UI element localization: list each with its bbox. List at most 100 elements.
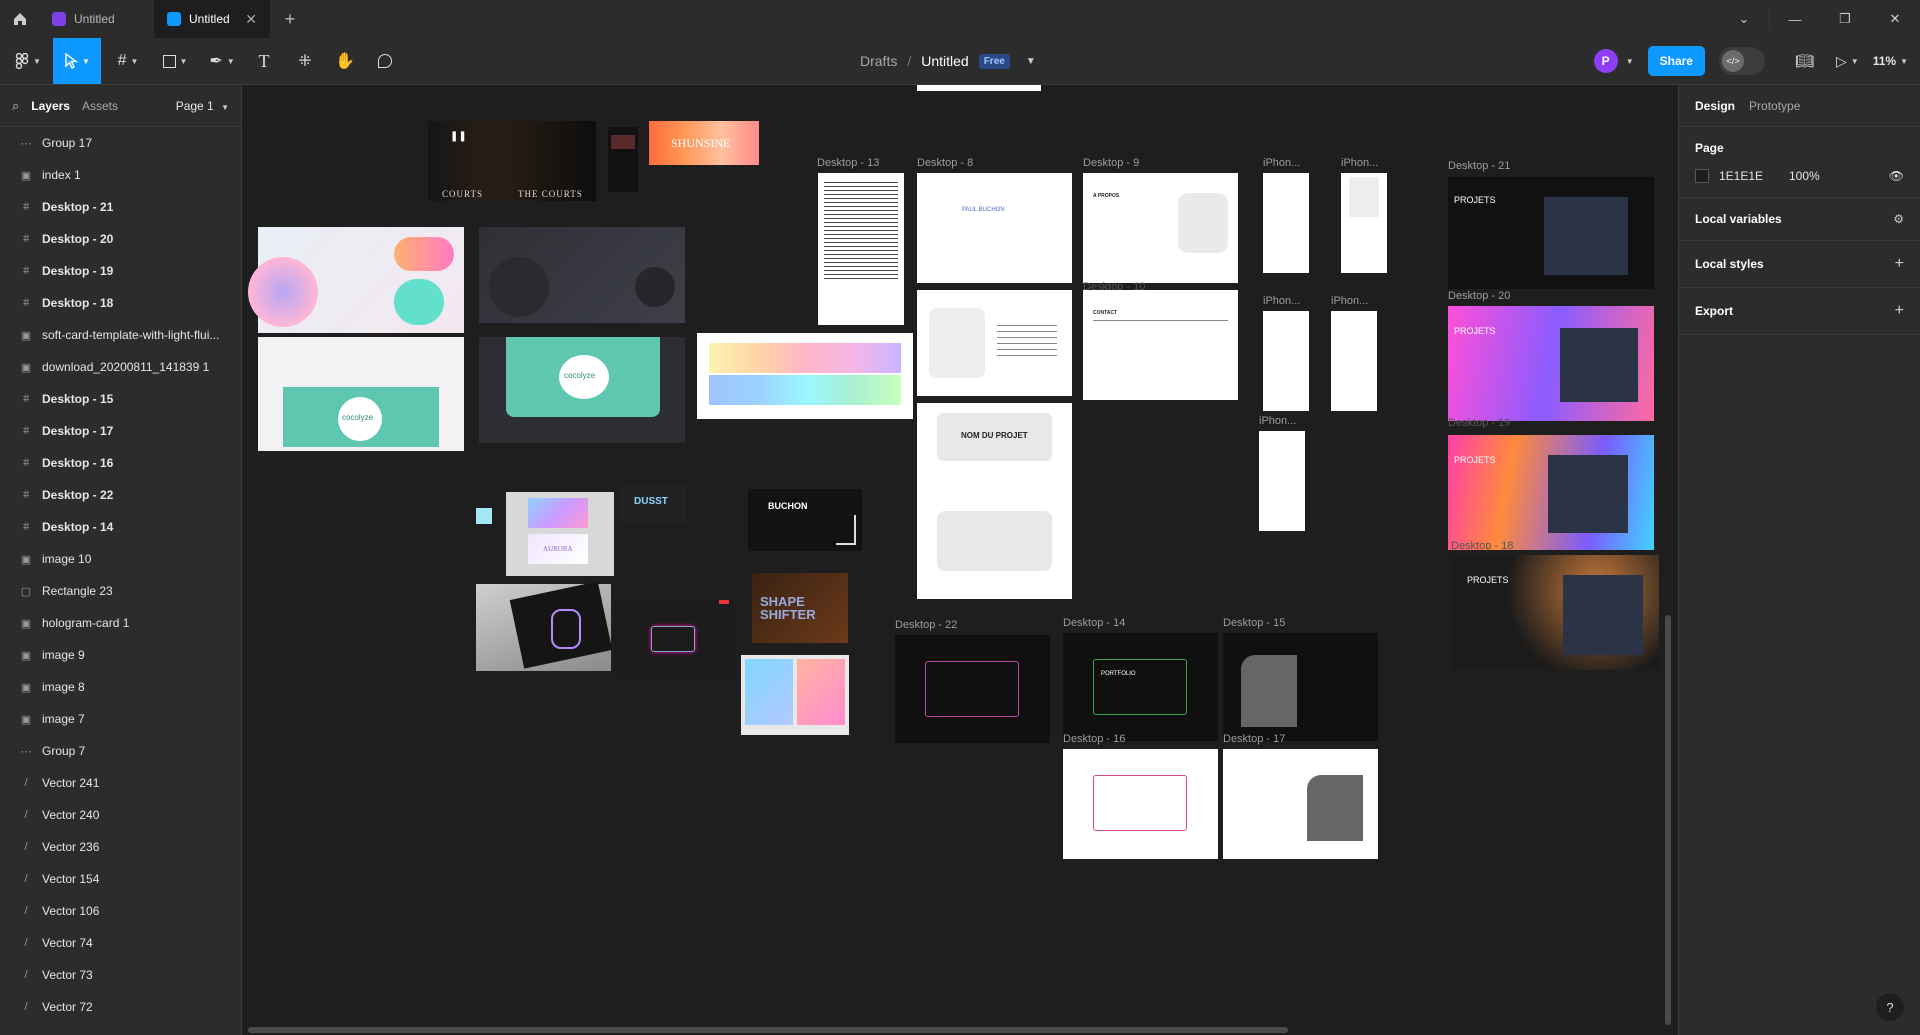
file-title[interactable]: Untitled (921, 53, 968, 69)
tab-assets[interactable]: Assets (82, 99, 118, 113)
frame-label-iphone-2[interactable]: iPhon... (1341, 157, 1378, 169)
help-button[interactable]: ? (1876, 993, 1904, 1021)
zoom-dropdown[interactable]: 11% ▼ (1873, 54, 1908, 68)
frame-iphone-4[interactable] (1331, 311, 1377, 411)
chevron-down-icon[interactable]: ⌄ (1719, 0, 1769, 38)
frame-label-iphone-3[interactable]: iPhon... (1263, 295, 1300, 307)
shape-tool-button[interactable]: ▼ (155, 38, 195, 84)
share-button[interactable]: Share (1647, 46, 1705, 76)
frame-label-desktop-21[interactable]: Desktop - 21 (1448, 160, 1510, 172)
page-dropdown[interactable]: Page 1 ▼ (176, 99, 229, 113)
image-business-cards[interactable] (476, 581, 613, 671)
layer-item[interactable]: / Vector 236 (0, 831, 241, 863)
layer-item[interactable]: / Vector 154 (0, 863, 241, 895)
frame-label-desktop-9[interactable]: Desktop - 9 (1083, 157, 1139, 169)
minimize-icon[interactable]: — (1770, 0, 1820, 38)
frame-cocolyze-hero-light[interactable] (248, 227, 464, 333)
layer-item[interactable]: / Vector 74 (0, 927, 241, 959)
frame-label-desktop-17[interactable]: Desktop - 17 (1223, 733, 1285, 745)
layer-item[interactable]: ▣ image 9 (0, 639, 241, 671)
frame-cocolyze-hero-dark[interactable] (479, 227, 685, 323)
export-section[interactable]: Export + (1679, 288, 1920, 335)
frame-desktop-13[interactable] (818, 173, 904, 325)
horizontal-scrollbar[interactable] (248, 1027, 1288, 1033)
maximize-icon[interactable]: ❐ (1820, 0, 1870, 38)
layer-item[interactable]: ▣ index 1 (0, 159, 241, 191)
page-opacity-value[interactable]: 100% (1789, 169, 1879, 183)
frame-label-iphone-4[interactable]: iPhon... (1331, 295, 1368, 307)
close-window-icon[interactable]: ✕ (1870, 0, 1920, 38)
frame-desktop-contact[interactable]: CONTACT (1083, 290, 1238, 400)
frame-pastel-palette[interactable] (697, 333, 913, 419)
frame-tool-button[interactable]: # ▼ (108, 38, 148, 84)
move-tool-button[interactable]: ▼ (53, 38, 101, 84)
frame-buchon[interactable]: BUCHON (748, 489, 862, 551)
frame-desktop-15[interactable] (1223, 633, 1378, 741)
home-button[interactable] (0, 0, 40, 38)
layer-item[interactable]: # Desktop - 19 (0, 255, 241, 287)
frame-desktop-20[interactable]: PROJETS (1448, 306, 1654, 421)
frame-label-iphone-5[interactable]: iPhon... (1259, 415, 1296, 427)
variables-icon[interactable]: ⚙︎ (1893, 212, 1904, 226)
frame-cocolyze-content-light[interactable]: cocolyze (258, 337, 464, 451)
layer-item[interactable]: # Desktop - 18 (0, 287, 241, 319)
layer-item[interactable]: ▣ hologram-card 1 (0, 607, 241, 639)
frame-dark-rainbow-card[interactable] (613, 598, 733, 678)
frame-top-clipped[interactable] (917, 85, 1041, 91)
dev-mode-toggle[interactable]: </> (1718, 47, 1765, 75)
layer-item[interactable]: # Desktop - 22 (0, 479, 241, 511)
rectangle-23[interactable] (476, 508, 492, 524)
chevron-down-icon[interactable]: ▼ (1026, 56, 1036, 67)
frame-label-desktop-16[interactable]: Desktop - 16 (1063, 733, 1125, 745)
frame-courts-video[interactable]: ❚❚ COURTS THE COURTS (428, 121, 596, 201)
frame-desktop-8[interactable]: PAUL BUCHON (917, 173, 1072, 283)
frame-iphone-2[interactable] (1341, 173, 1387, 273)
resources-button[interactable]: ⁜ (290, 38, 320, 84)
layer-item[interactable]: ⋯ Group 7 (0, 735, 241, 767)
search-icon[interactable]: ⌕ (12, 98, 19, 114)
canvas[interactable]: ❚❚ COURTS THE COURTS SHUNSINE cocolyze c… (243, 85, 1677, 1035)
image-soft-gradient-cards[interactable] (741, 655, 849, 735)
frame-label-desktop-19[interactable]: Desktop - 19 (1448, 417, 1510, 429)
layer-item[interactable]: ▣ image 8 (0, 671, 241, 703)
layer-item[interactable]: # Desktop - 21 (0, 191, 241, 223)
drafts-link[interactable]: Drafts (860, 53, 897, 69)
main-menu-button[interactable]: ▼ (8, 38, 48, 84)
add-export-icon[interactable]: + (1895, 302, 1904, 320)
layer-item[interactable]: ▣ soft-card-template-with-light-flui... (0, 319, 241, 351)
tab-design[interactable]: Design (1695, 99, 1735, 113)
layer-item[interactable]: / Vector 241 (0, 767, 241, 799)
layer-item[interactable]: / Vector 240 (0, 799, 241, 831)
hologram-card[interactable]: AURORA (506, 492, 614, 576)
page-color-value[interactable]: 1E1E1E (1719, 169, 1779, 183)
frame-desktop-14[interactable]: PORTFOLIO (1063, 633, 1218, 741)
library-icon[interactable]: 📖︎ (1795, 52, 1814, 70)
frame-desktop-9[interactable]: A PROPOS (1083, 173, 1238, 283)
layer-item[interactable]: ▣ image 10 (0, 543, 241, 575)
frame-iphone-1[interactable] (1263, 173, 1309, 273)
frame-label-desktop-13[interactable]: Desktop - 13 (817, 157, 879, 169)
frame-label-desktop-18[interactable]: Desktop - 18 (1451, 540, 1513, 552)
text-tool-button[interactable]: T (250, 38, 278, 84)
frame-desktop-16[interactable] (1063, 749, 1218, 859)
tab-untitled-2[interactable]: Untitled ✕ (155, 0, 270, 38)
new-tab-button[interactable]: + (270, 0, 310, 38)
frame-iphone-3[interactable] (1263, 311, 1309, 411)
multiplayer-avatar[interactable]: P ▼ (1593, 49, 1634, 73)
frame-desktop-projets-white[interactable] (917, 290, 1072, 396)
hand-tool-button[interactable]: ✋ (330, 38, 360, 84)
add-style-icon[interactable]: + (1895, 255, 1904, 273)
comment-tool-button[interactable] (370, 38, 400, 84)
frame-desktop-21[interactable]: PROJETS (1448, 177, 1654, 289)
layer-item[interactable]: / Vector 72 (0, 991, 241, 1023)
tab-prototype[interactable]: Prototype (1749, 99, 1800, 113)
local-styles-section[interactable]: Local styles + (1679, 241, 1920, 288)
layer-item[interactable]: ▣ image 7 (0, 703, 241, 735)
frame-desktop-19[interactable]: PROJETS (1448, 435, 1654, 550)
frame-courts-mobile[interactable] (608, 127, 638, 192)
frame-label-desktop-20[interactable]: Desktop - 20 (1448, 290, 1510, 302)
tab-untitled-1[interactable]: Untitled (40, 0, 155, 38)
frame-label-desktop-15[interactable]: Desktop - 15 (1223, 617, 1285, 629)
layer-item[interactable]: ▣ download_20200811_141839 1 (0, 351, 241, 383)
frame-desktop-18[interactable]: PROJETS (1453, 555, 1659, 670)
